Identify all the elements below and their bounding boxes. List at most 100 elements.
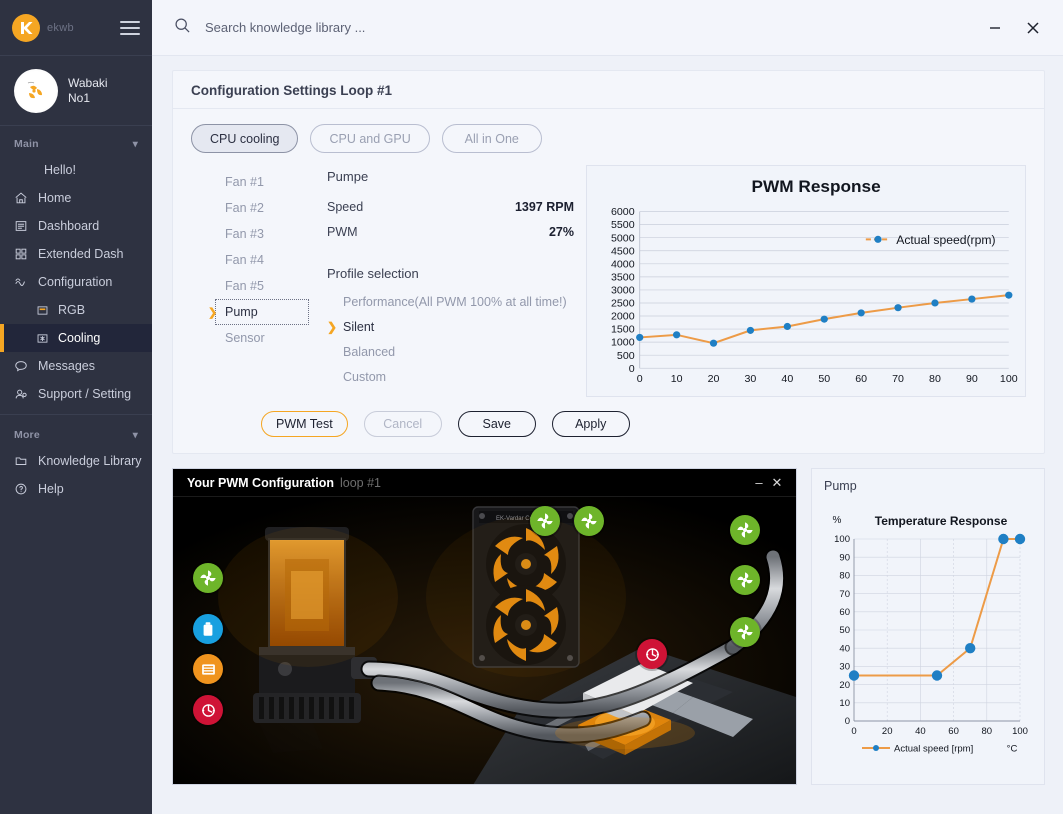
- fan-badge-4[interactable]: [730, 515, 760, 545]
- sidebar: ekwb Wabaki No1 Main ▾ Hello! Home Dashb…: [0, 0, 152, 814]
- profile-option-performance[interactable]: Performance(All PWM 100% at all time!): [327, 289, 574, 314]
- svg-text:40: 40: [839, 643, 850, 654]
- detail-value: 1397 RPM: [514, 199, 574, 214]
- device-list: Fan #1 Fan #2 Fan #3 Fan #4 Fan #5 ❯ Pum…: [191, 165, 309, 397]
- svg-text:50: 50: [818, 373, 830, 385]
- device-item-fan-2[interactable]: Fan #2: [215, 195, 309, 221]
- close-icon[interactable]: [1017, 12, 1049, 44]
- svg-text:1500: 1500: [611, 324, 635, 336]
- svg-text:Actual speed(rpm): Actual speed(rpm): [896, 233, 995, 247]
- sidebar-section-more[interactable]: More ▾: [0, 421, 152, 447]
- sidebar-item-label: Home: [38, 191, 72, 205]
- detail-key: PWM: [327, 224, 358, 239]
- fan-badge-3[interactable]: [574, 506, 604, 536]
- sidebar-item-label: Configuration: [38, 275, 113, 289]
- device-item-sensor[interactable]: Sensor: [215, 325, 309, 351]
- svg-text:500: 500: [617, 350, 635, 362]
- svg-text:60: 60: [948, 726, 959, 737]
- pwm-test-button[interactable]: PWM Test: [261, 411, 348, 437]
- svg-text:100: 100: [1000, 373, 1018, 385]
- device-item-fan-5[interactable]: Fan #5: [215, 273, 309, 299]
- device-item-fan-4[interactable]: Fan #4: [215, 247, 309, 273]
- svg-text:0: 0: [637, 373, 643, 385]
- sidebar-item-configuration[interactable]: Configuration: [0, 268, 152, 296]
- svg-text:0: 0: [851, 726, 856, 737]
- search-input[interactable]: [203, 19, 627, 36]
- sidebar-item-home[interactable]: Home: [0, 184, 152, 212]
- svg-text:4500: 4500: [611, 245, 635, 257]
- pwm-window-title: Your PWM Configuration: [187, 475, 334, 490]
- device-detail: Pumpe Speed 1397 RPM PWM 27% Profile sel…: [309, 165, 574, 397]
- detail-row-pwm: PWM 27%: [327, 219, 574, 244]
- svg-text:%: %: [833, 515, 842, 526]
- pwm-window-subtitle: loop #1: [339, 475, 381, 490]
- cpu-block-badge-left[interactable]: [193, 695, 223, 725]
- device-item-fan-3[interactable]: Fan #3: [215, 221, 309, 247]
- device-item-pump[interactable]: ❯ Pump: [208, 299, 309, 325]
- sidebar-item-extended-dash[interactable]: Extended Dash: [0, 240, 152, 268]
- pwm-window-close-icon[interactable]: ✕: [768, 475, 786, 491]
- svg-text:30: 30: [839, 662, 850, 673]
- configuration-body: CPU cooling CPU and GPU All in One Fan #…: [173, 109, 1044, 453]
- minimize-button[interactable]: [979, 12, 1011, 44]
- profile-selection-title: Profile selection: [327, 266, 419, 281]
- sidebar-item-rgb[interactable]: RGB: [0, 296, 152, 324]
- svg-text:80: 80: [839, 571, 850, 582]
- tab-all-in-one[interactable]: All in One: [441, 124, 542, 153]
- dashboard-icon: [14, 219, 32, 233]
- fan-badge-6[interactable]: [730, 617, 760, 647]
- tab-cpu-and-gpu[interactable]: CPU and GPU: [310, 124, 430, 153]
- radiator-badge[interactable]: [193, 654, 223, 684]
- sidebar-item-dashboard[interactable]: Dashboard: [0, 212, 152, 240]
- profile-option-silent[interactable]: ❯ Silent: [327, 314, 574, 339]
- sidebar-item-support-setting[interactable]: Support / Setting: [0, 380, 152, 408]
- config-icon: [14, 275, 32, 289]
- sidebar-section-main[interactable]: Main ▾: [0, 130, 152, 156]
- svg-text:Temperature Response: Temperature Response: [875, 514, 1008, 528]
- profile-option-balanced[interactable]: Balanced: [327, 339, 574, 364]
- detail-row-speed: Speed 1397 RPM: [327, 194, 574, 219]
- search-bar[interactable]: [174, 17, 979, 39]
- hamburger-icon[interactable]: [120, 20, 140, 35]
- svg-text:80: 80: [982, 726, 993, 737]
- sidebar-nav: Main ▾ Hello! Home Dashboard Extended Da…: [0, 126, 152, 814]
- sidebar-item-label: Messages: [38, 359, 95, 373]
- tab-cpu-cooling[interactable]: CPU cooling: [191, 124, 299, 153]
- pwm-window-minimize-button[interactable]: –: [750, 475, 768, 490]
- svg-text:100: 100: [1012, 726, 1028, 737]
- sidebar-item-label: Knowledge Library: [38, 454, 142, 468]
- reservoir-badge[interactable]: [193, 614, 223, 644]
- svg-text:1000: 1000: [611, 337, 635, 349]
- profile-option-custom[interactable]: Custom: [327, 364, 574, 389]
- mode-tabs: CPU cooling CPU and GPU All in One: [191, 124, 1026, 153]
- svg-text:2000: 2000: [611, 311, 635, 323]
- svg-text:PWM Response: PWM Response: [752, 177, 881, 196]
- fan-badge-2[interactable]: [530, 506, 560, 536]
- svg-text:20: 20: [708, 373, 720, 385]
- home-icon: [14, 191, 32, 205]
- fan-badge-5[interactable]: [730, 565, 760, 595]
- sidebar-item-label: Hello!: [44, 163, 76, 177]
- cpu-block-badge[interactable]: [637, 639, 667, 669]
- sidebar-item-messages[interactable]: Messages: [0, 352, 152, 380]
- svg-text:30: 30: [745, 373, 757, 385]
- apply-button[interactable]: Apply: [551, 411, 630, 437]
- sidebar-item-hello[interactable]: Hello!: [0, 156, 152, 184]
- temperature-response-chart: % Temperature Response 0 10 20 30 40 50 60 70 80 90…: [824, 493, 1034, 765]
- sidebar-item-knowledge-library[interactable]: Knowledge Library: [0, 447, 152, 475]
- save-button[interactable]: Save: [457, 411, 536, 437]
- support-icon: [14, 387, 32, 401]
- configuration-card: Configuration Settings Loop #1 CPU cooli…: [172, 70, 1045, 454]
- sidebar-divider: [0, 414, 152, 415]
- device-item-label: Pump: [225, 305, 258, 319]
- svg-text:100: 100: [834, 534, 850, 545]
- brand-name: ekwb: [47, 21, 74, 34]
- fan-badge-1[interactable]: [193, 563, 223, 593]
- svg-text:4000: 4000: [611, 258, 635, 270]
- pwm-configuration-window: Your PWM Configuration loop #1 – ✕ EK-Va…: [172, 468, 797, 785]
- sidebar-item-cooling[interactable]: Cooling: [0, 324, 152, 352]
- device-item-fan-1[interactable]: Fan #1: [215, 169, 309, 195]
- svg-text:70: 70: [839, 589, 850, 600]
- sidebar-item-help[interactable]: Help: [0, 475, 152, 503]
- user-profile[interactable]: Wabaki No1: [0, 56, 152, 126]
